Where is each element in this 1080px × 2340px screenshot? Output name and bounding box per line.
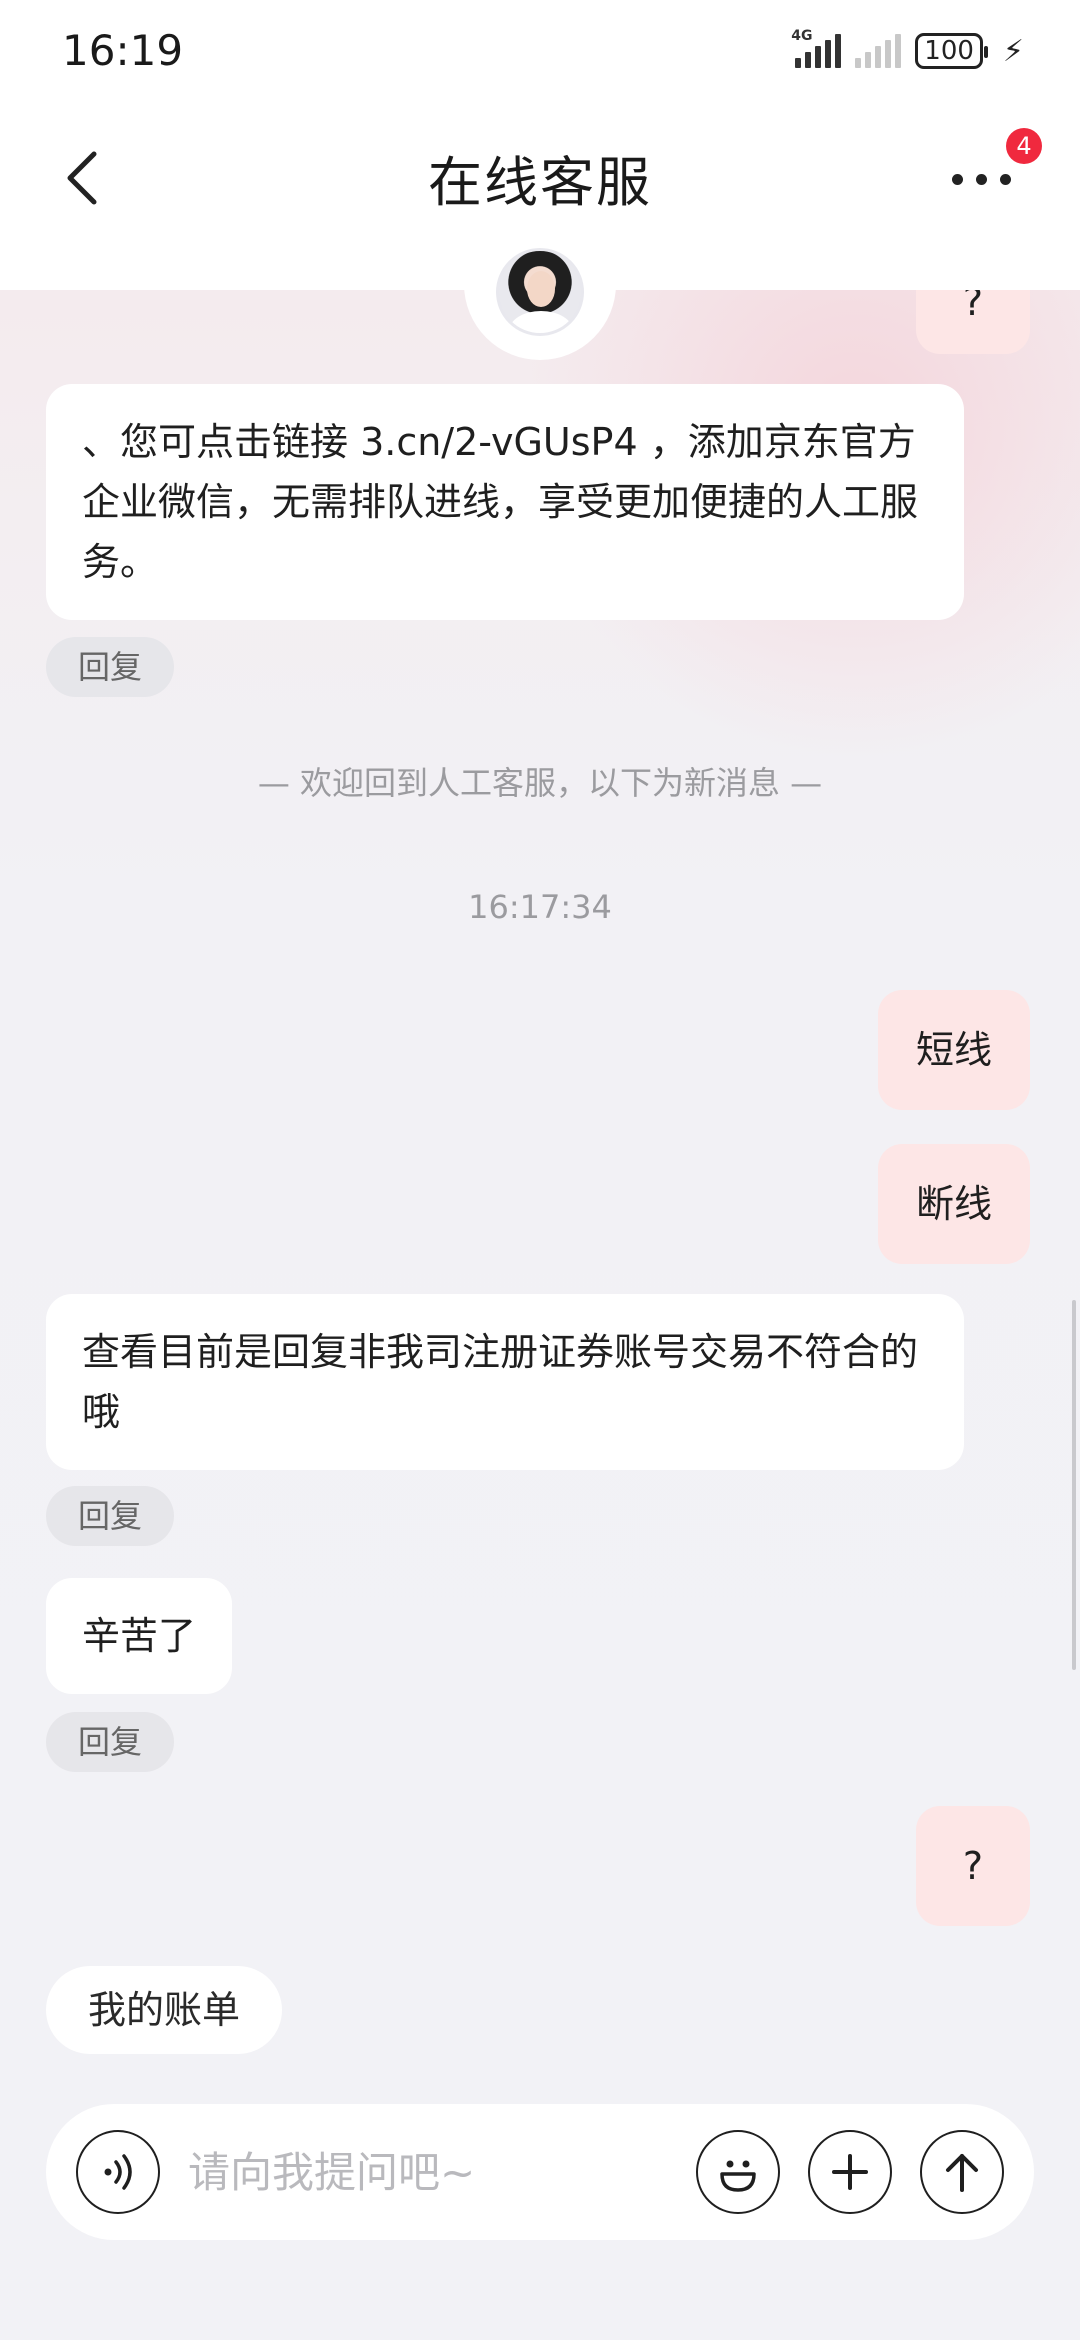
user-message: 断线 xyxy=(878,1144,1030,1264)
input-bar xyxy=(46,2104,1034,2240)
voice-icon xyxy=(104,2154,132,2190)
status-icons: 4G 100 ⚡ xyxy=(791,28,1024,72)
reply-button[interactable]: 回复 xyxy=(46,1712,175,1772)
notification-badge: 4 xyxy=(1006,128,1042,164)
emoji-button[interactable] xyxy=(696,2130,780,2214)
message-text: 查看目前是回复非我司注册证券账号交易不符合的哦 xyxy=(82,1330,919,1434)
message-text: 短线 xyxy=(915,1028,992,1072)
more-button[interactable] xyxy=(952,162,1024,192)
message-text: 辛苦了 xyxy=(82,1614,197,1658)
agent-message: 辛苦了 xyxy=(46,1578,233,1694)
plus-icon xyxy=(832,2154,868,2190)
add-button[interactable] xyxy=(808,2130,892,2214)
reply-button[interactable]: 回复 xyxy=(46,1486,175,1546)
agent-message: 、您可点击链接 3.cn/2-vGUsP4 ，添加京东官方企业微信，无需排队进线… xyxy=(46,384,964,620)
message-text: ? xyxy=(962,1844,984,1888)
user-message: 短线 xyxy=(878,990,1030,1110)
network-label: 4G xyxy=(791,28,813,44)
status-bar: 16:19 4G 100 ⚡ xyxy=(0,0,1080,100)
message-input[interactable] xyxy=(188,2136,688,2208)
arrow-up-icon xyxy=(946,2154,978,2192)
send-button[interactable] xyxy=(920,2130,1004,2214)
message-text: 断线 xyxy=(915,1182,992,1226)
reply-button[interactable]: 回复 xyxy=(46,637,175,697)
message-text: 、您可点击链接 3.cn/2-vGUsP4 ，添加京东官方企业微信，无需排队进线… xyxy=(82,420,919,584)
signal-secondary-icon xyxy=(855,34,902,68)
timestamp: 16:17:34 xyxy=(468,888,612,926)
charging-icon: ⚡ xyxy=(1002,33,1024,69)
page-title: 在线客服 xyxy=(428,151,652,214)
voice-button[interactable] xyxy=(76,2130,160,2214)
battery-icon: 100 xyxy=(915,33,988,69)
quick-action-my-bill[interactable]: 我的账单 xyxy=(46,1966,283,2054)
user-message: ? xyxy=(916,1806,1030,1926)
emoji-icon xyxy=(720,2160,756,2192)
status-time: 16:19 xyxy=(62,26,184,75)
agent-message: 查看目前是回复非我司注册证券账号交易不符合的哦 xyxy=(46,1294,964,1470)
system-notice: — 欢迎回到人工客服，以下为新消息 — xyxy=(257,764,823,802)
agent-avatar[interactable] xyxy=(496,248,584,336)
signal-icon: 4G xyxy=(791,28,842,68)
scrollbar[interactable] xyxy=(1072,1300,1076,1670)
